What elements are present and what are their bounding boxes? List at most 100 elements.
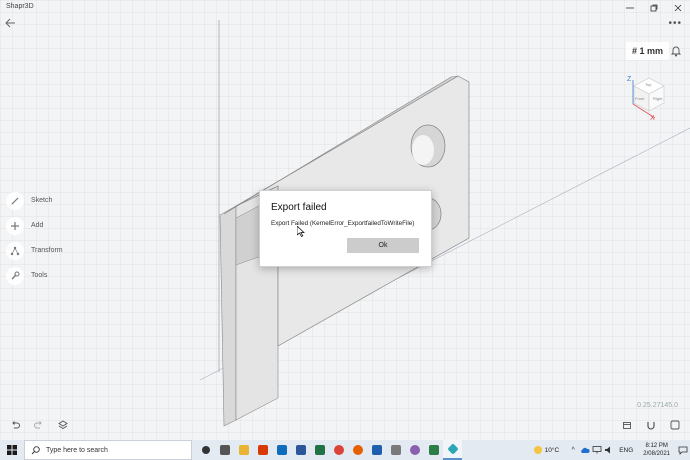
bracket-flange-side: [219, 205, 237, 427]
onedrive-button[interactable]: [579, 440, 591, 460]
word-icon: [295, 445, 306, 455]
taskbar-app-photos[interactable]: [367, 440, 386, 460]
task-view-icon: [201, 446, 210, 454]
history-controls: [8, 418, 70, 432]
speaker-icon: [605, 446, 611, 454]
bell-icon: [670, 46, 682, 57]
weather-widget[interactable]: 10°C: [533, 446, 560, 454]
minimize-button[interactable]: [618, 0, 642, 16]
tool-menu: Sketch Add Transform Tools: [6, 188, 63, 288]
close-button[interactable]: [666, 0, 690, 16]
clock-time: 8:12 PM: [645, 443, 668, 449]
taskbar-app-outlook[interactable]: [272, 440, 291, 460]
layers-icon: [58, 420, 68, 430]
tray-chevron-button[interactable]: ^: [567, 440, 579, 460]
pencil-icon: [6, 191, 24, 210]
clock-date: 2/08/2021: [643, 451, 670, 457]
folder-icon: [238, 445, 249, 455]
dialog-title: Export failed: [271, 202, 327, 213]
tool-add-label: Add: [31, 222, 44, 229]
close-icon: [674, 4, 682, 12]
taskbar: Type here to search 10°C ^ ENG 8:12 PM 2…: [0, 440, 690, 460]
office-icon: [257, 445, 268, 455]
view-settings-button[interactable]: [668, 418, 682, 432]
taskbar-app-b[interactable]: [405, 440, 424, 460]
cube-face-top-label[interactable]: Top: [645, 82, 651, 87]
version-label: 0.25.27145.0: [637, 402, 678, 409]
weather-temperature: 10°C: [544, 446, 560, 454]
app-window: Z X Top Front Right Shapr3D ••• # 1 mm S…: [0, 0, 690, 440]
taskbar-app-word[interactable]: [291, 440, 310, 460]
app-b-icon: [409, 445, 420, 455]
taskbar-app-shapr3d[interactable]: [443, 440, 462, 460]
redo-icon: [34, 421, 42, 429]
excel-icon: [314, 445, 325, 455]
square-view-icon: [670, 420, 680, 430]
app-a-icon: [390, 445, 401, 455]
photos-icon: [371, 445, 382, 455]
grid-hash-symbol: #: [632, 46, 638, 56]
tool-sketch-label: Sketch: [31, 197, 53, 204]
layers-button[interactable]: [56, 418, 70, 432]
undo-button[interactable]: [8, 418, 22, 432]
cloud-icon: [581, 447, 590, 453]
view-controls: [620, 418, 682, 432]
cube-face-front-label[interactable]: Front: [635, 96, 644, 101]
redo-button[interactable]: [32, 418, 46, 432]
volume-button[interactable]: [603, 440, 615, 460]
grid-size-value: 1 mm: [639, 46, 664, 56]
chrome-icon: [333, 445, 344, 455]
title-bar: Shapr3D: [0, 0, 690, 16]
notification-bell-button[interactable]: [670, 44, 682, 62]
item-manager-button[interactable]: [620, 418, 634, 432]
maximize-icon: [650, 4, 658, 12]
taskbar-app-firefox[interactable]: [348, 440, 367, 460]
tool-transform-label: Transform: [31, 247, 63, 254]
mouse-cursor-icon: [297, 226, 305, 237]
back-button[interactable]: [4, 17, 18, 31]
start-button[interactable]: [0, 440, 24, 460]
input-language[interactable]: ENG: [619, 447, 633, 454]
dialog-message: Export Failed (KernelError_ExportfailedT…: [271, 220, 415, 227]
outlook-icon: [276, 445, 287, 455]
taskbar-clock[interactable]: 8:12 PM 2/08/2021: [643, 442, 670, 458]
taskbar-app-task-view[interactable]: [196, 440, 215, 460]
more-options-button[interactable]: •••: [668, 18, 682, 29]
back-arrow-icon: [5, 18, 15, 28]
taskbar-search-box[interactable]: Type here to search: [24, 440, 192, 460]
export-failed-dialog: Export failed Export Failed (KernelError…: [259, 190, 432, 267]
ok-button[interactable]: Ok: [347, 238, 419, 253]
system-tray: 10°C ^ ENG 8:12 PM 2/08/2021: [533, 440, 690, 460]
tool-sketch[interactable]: Sketch: [6, 188, 63, 213]
grid-size-indicator[interactable]: # 1 mm: [626, 42, 670, 60]
tool-tools-label: Tools: [31, 272, 48, 279]
taskbar-app-widgets[interactable]: [215, 440, 234, 460]
taskbar-app-a[interactable]: [386, 440, 405, 460]
monitor-icon: [592, 446, 602, 454]
taskbar-app-excel[interactable]: [310, 440, 329, 460]
shapr3d-icon: [446, 443, 459, 455]
axis-z-label: Z: [627, 76, 632, 83]
firefox-icon: [352, 445, 363, 455]
notification-center-button[interactable]: [676, 446, 690, 455]
minimize-icon: [626, 7, 634, 9]
search-placeholder: Type here to search: [46, 446, 108, 454]
cube-face-right-label[interactable]: Right: [653, 96, 662, 101]
network-button[interactable]: [591, 440, 603, 460]
taskbar-app-c[interactable]: [424, 440, 443, 460]
tool-add[interactable]: Add: [6, 213, 63, 238]
snap-button[interactable]: [644, 418, 658, 432]
app-c-icon: [428, 445, 439, 455]
tool-transform[interactable]: Transform: [6, 238, 63, 263]
taskbar-app-file-explorer[interactable]: [234, 440, 253, 460]
chat-bubble-icon: [678, 446, 688, 455]
magnet-icon: [647, 422, 655, 430]
tool-tools[interactable]: Tools: [6, 263, 63, 288]
maximize-button[interactable]: [642, 0, 666, 16]
taskbar-app-office[interactable]: [253, 440, 272, 460]
chevron-up-icon: ^: [571, 446, 575, 454]
search-icon: [31, 445, 40, 455]
transform-icon: [6, 241, 24, 260]
taskbar-app-chrome[interactable]: [329, 440, 348, 460]
axis-x-label: X: [650, 115, 655, 122]
